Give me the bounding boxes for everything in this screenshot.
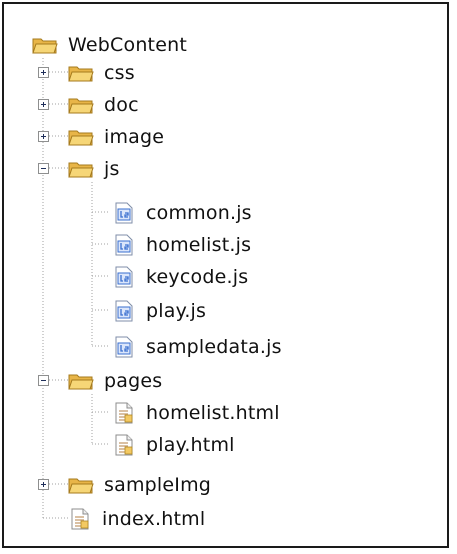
- tree-item-label: sampledata.js: [146, 336, 282, 358]
- html-file-icon: [71, 508, 89, 530]
- js-file-icon: [115, 234, 133, 256]
- js-file-icon: [115, 266, 133, 288]
- project-explorer-panel: WebContent css doc image js common.js ho…: [2, 2, 449, 548]
- tree-file-index-html[interactable]: index.html: [70, 502, 205, 536]
- tree-item-js[interactable]: js: [68, 152, 120, 186]
- collapse-toggle-js[interactable]: [38, 163, 49, 174]
- tree-item-css[interactable]: css: [68, 56, 135, 90]
- folder-open-icon: [68, 374, 94, 390]
- expand-toggle-doc[interactable]: [38, 99, 49, 110]
- tree-root-label: WebContent: [68, 34, 187, 56]
- tree-file-play-js[interactable]: play.js: [114, 294, 206, 328]
- expand-toggle-image[interactable]: [38, 131, 49, 142]
- tree-item-sampleimg[interactable]: sampleImg: [68, 468, 211, 502]
- tree-item-label: index.html: [102, 508, 206, 530]
- tree-item-label: play.js: [146, 300, 207, 322]
- tree-item-label: css: [104, 62, 135, 84]
- collapse-toggle-pages[interactable]: [38, 375, 49, 386]
- expand-toggle-sampleimg[interactable]: [38, 479, 49, 490]
- tree-item-label: pages: [104, 370, 163, 392]
- tree-item-label: sampleImg: [104, 474, 212, 496]
- tree-item-doc[interactable]: doc: [68, 88, 139, 122]
- tree-item-label: image: [104, 126, 165, 148]
- folder-open-icon: [68, 162, 94, 178]
- tree-item-label: keycode.js: [146, 266, 249, 288]
- tree-item-label: homelist.html: [146, 402, 280, 424]
- tree-item-image[interactable]: image: [68, 120, 164, 154]
- tree-item-label: js: [104, 158, 120, 180]
- tree-item-pages[interactable]: pages: [68, 364, 162, 398]
- tree-item-label: play.html: [146, 434, 235, 456]
- js-file-icon: [115, 202, 133, 224]
- tree-file-common-js[interactable]: common.js: [114, 196, 252, 230]
- tree-file-homelist-html[interactable]: homelist.html: [114, 396, 280, 430]
- folder-icon: [68, 130, 94, 146]
- tree-item-label: doc: [104, 94, 139, 116]
- folder-open-icon: [32, 38, 58, 54]
- html-file-icon: [115, 434, 133, 456]
- folder-icon: [68, 66, 94, 82]
- tree-item-label: common.js: [146, 202, 252, 224]
- file-tree: WebContent css doc image js common.js ho…: [4, 4, 447, 546]
- expand-toggle-css[interactable]: [38, 67, 49, 78]
- folder-icon: [68, 478, 94, 494]
- tree-file-keycode-js[interactable]: keycode.js: [114, 260, 248, 294]
- js-file-icon: [115, 300, 133, 322]
- tree-file-play-html[interactable]: play.html: [114, 428, 235, 462]
- js-file-icon: [115, 336, 133, 358]
- tree-file-sampledata-js[interactable]: sampledata.js: [114, 330, 282, 364]
- html-file-icon: [115, 402, 133, 424]
- folder-icon: [68, 98, 94, 114]
- tree-file-homelist-js[interactable]: homelist.js: [114, 228, 251, 262]
- tree-item-label: homelist.js: [146, 234, 252, 256]
